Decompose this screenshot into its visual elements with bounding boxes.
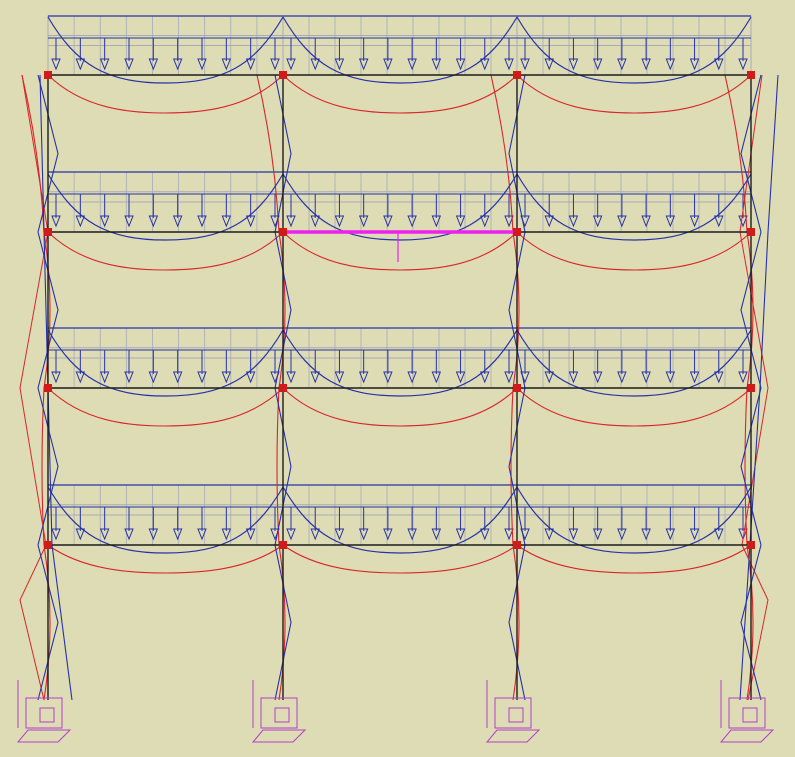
canvas-background <box>0 0 795 757</box>
structural-model-viewport[interactable] <box>0 0 795 757</box>
joint-node-icon[interactable] <box>279 541 287 549</box>
frame-analysis-canvas[interactable] <box>0 0 795 757</box>
joint-node-icon[interactable] <box>513 228 521 236</box>
joint-node-icon[interactable] <box>44 228 52 236</box>
joint-node-icon[interactable] <box>279 71 287 79</box>
joint-node-icon[interactable] <box>747 228 755 236</box>
joint-node-icon[interactable] <box>44 541 52 549</box>
joint-node-icon[interactable] <box>44 71 52 79</box>
joint-node-icon[interactable] <box>747 541 755 549</box>
joint-node-icon[interactable] <box>44 384 52 392</box>
joint-node-icon[interactable] <box>279 228 287 236</box>
joint-node-icon[interactable] <box>513 71 521 79</box>
joint-node-icon[interactable] <box>747 384 755 392</box>
joint-node-icon[interactable] <box>513 541 521 549</box>
joint-node-icon[interactable] <box>279 384 287 392</box>
joint-node-icon[interactable] <box>513 384 521 392</box>
joint-node-icon[interactable] <box>747 71 755 79</box>
